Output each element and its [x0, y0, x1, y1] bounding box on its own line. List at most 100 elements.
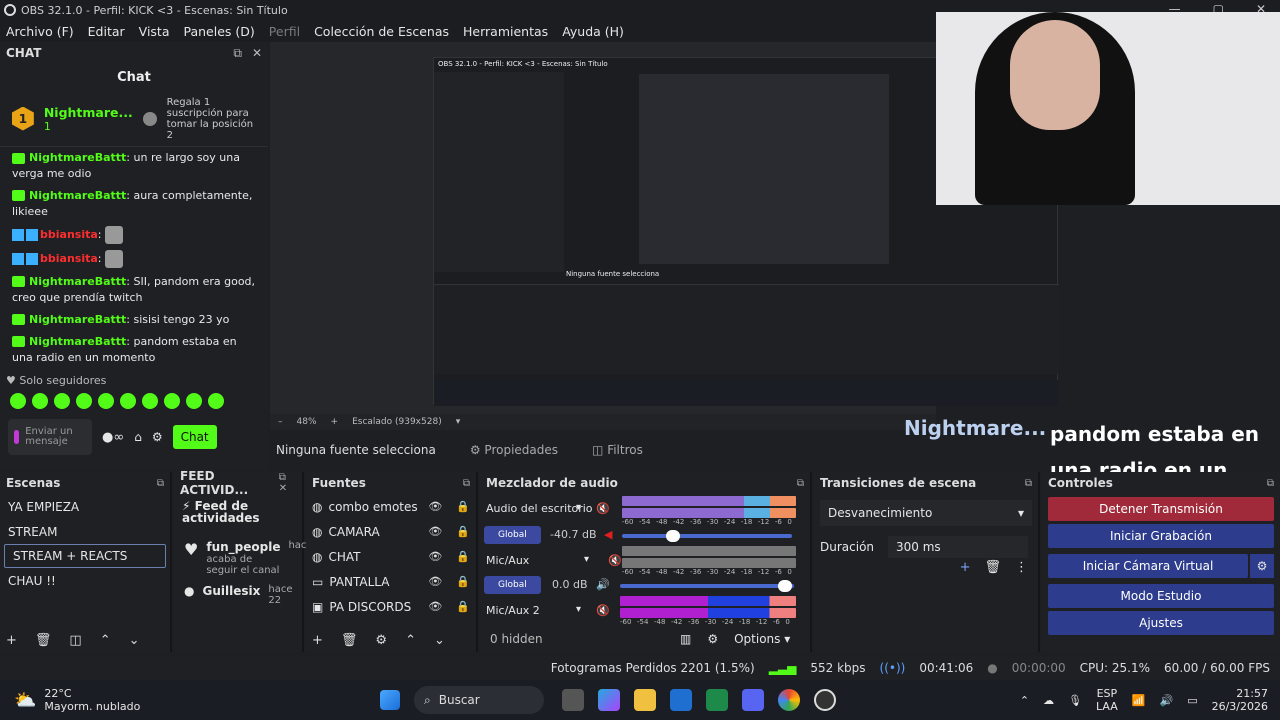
discord-icon[interactable] — [742, 689, 764, 711]
settings-gear-icon[interactable]: ⚙ — [152, 430, 163, 444]
undock-icon[interactable]: ⧉ — [233, 46, 242, 61]
source-item[interactable]: ◍ CHAT 👁 🔒 — [306, 544, 476, 569]
emote-picker-icon[interactable]: ●∞ — [102, 430, 124, 445]
scene-item[interactable]: YA EMPIEZA — [0, 494, 170, 519]
source-item[interactable]: ▭ PANTALLA 👁 🔒 — [306, 569, 476, 594]
move-up-icon[interactable]: ⌃ — [100, 633, 111, 648]
chevron-down-icon[interactable]: ▾ — [576, 604, 581, 615]
move-down-icon[interactable]: ⌄ — [129, 633, 140, 648]
battery-icon[interactable]: ▭ — [1187, 694, 1197, 707]
options-button[interactable]: Options ▾ — [734, 632, 790, 646]
chat-username[interactable]: bbiansita — [40, 228, 98, 241]
visibility-eye-icon[interactable]: 👁 — [428, 550, 442, 563]
file-explorer-icon[interactable] — [634, 689, 656, 711]
audio-scope-button[interactable]: Global — [484, 526, 541, 544]
undock-icon[interactable]: ⧉ — [1267, 478, 1274, 489]
muted-speaker-icon[interactable]: ◀ — [604, 528, 612, 541]
mute-icon[interactable]: 🔇 — [596, 604, 610, 617]
windows-start-icon[interactable] — [380, 690, 400, 710]
duration-input[interactable]: 300 ms — [888, 536, 1029, 558]
undock-icon[interactable]: ⧉ — [797, 478, 804, 489]
chevron-down-icon[interactable]: ▾ — [584, 554, 589, 565]
move-down-icon[interactable]: ⌄ — [434, 633, 445, 648]
undock-icon[interactable]: ⧉ — [157, 478, 164, 489]
emote-icon[interactable] — [76, 393, 92, 410]
source-settings-icon[interactable]: ⚙ — [375, 633, 387, 648]
emote-icon[interactable] — [208, 393, 224, 410]
menu-edit[interactable]: Editar — [88, 24, 125, 39]
speaker-icon[interactable]: 🔊 — [596, 578, 610, 591]
layout-icon[interactable]: ▥ — [680, 632, 691, 646]
settings-button[interactable]: Ajustes — [1048, 611, 1274, 635]
word-icon[interactable] — [670, 689, 692, 711]
lock-icon[interactable]: 🔒 — [456, 600, 470, 613]
source-item[interactable]: ◍ combo emotes 👁 🔒 — [306, 494, 476, 519]
menu-file[interactable]: Archivo (F) — [6, 24, 74, 39]
stop-streaming-button[interactable]: Detener Transmisión — [1048, 497, 1274, 521]
chat-username[interactable]: NightmareBattt — [29, 313, 126, 326]
send-chat-button[interactable]: Chat — [172, 425, 217, 450]
menu-docks[interactable]: Paneles (D) — [184, 24, 255, 39]
obs-taskbar-icon[interactable] — [814, 689, 836, 711]
source-item[interactable]: ◍ CAMARA 👁 🔒 — [306, 519, 476, 544]
feed-item[interactable]: ● Guillesix hace 22 — [174, 576, 302, 614]
advanced-audio-icon[interactable]: ⚙ — [707, 632, 718, 646]
chat-username[interactable]: NightmareBattt — [29, 189, 126, 202]
menu-scene-collection[interactable]: Colección de Escenas — [314, 24, 449, 39]
microphone-icon[interactable]: 🎙 — [1068, 694, 1082, 707]
lock-icon[interactable]: 🔒 — [456, 500, 470, 513]
audio-scope-button[interactable]: Global — [484, 576, 541, 594]
lock-icon[interactable]: 🔒 — [456, 525, 470, 538]
remove-transition-icon[interactable]: 🗑 — [984, 560, 1001, 575]
properties-button[interactable]: ⚙ Propiedades — [470, 443, 558, 457]
taskbar-search[interactable]: ⌕ Buscar — [414, 686, 544, 714]
emote-icon[interactable] — [120, 393, 136, 410]
menu-tools[interactable]: Herramientas — [463, 24, 548, 39]
emote-icon[interactable] — [164, 393, 180, 410]
task-view-icon[interactable] — [562, 689, 584, 711]
chat-username[interactable]: NightmareBattt — [29, 335, 126, 348]
chat-input[interactable]: Enviar un mensaje — [8, 419, 92, 456]
undock-icon[interactable]: ⧉ — [463, 478, 470, 489]
scene-item-selected[interactable]: STREAM + REACTS — [4, 544, 166, 568]
menu-help[interactable]: Ayuda (H) — [562, 24, 624, 39]
filters-button[interactable]: ◫ Filtros — [592, 443, 643, 457]
scaling-label[interactable]: Escalado (939x528) — [352, 417, 442, 427]
zoom-in-icon[interactable]: + — [331, 417, 339, 427]
add-transition-icon[interactable]: + — [960, 560, 971, 575]
visibility-eye-icon[interactable]: 👁 — [428, 500, 442, 513]
lock-icon[interactable]: 🔒 — [456, 550, 470, 563]
emote-icon[interactable] — [10, 393, 26, 410]
add-source-icon[interactable]: + — [312, 633, 323, 648]
visibility-eye-icon[interactable]: 👁 — [428, 525, 442, 538]
menu-profile[interactable]: Perfil — [269, 24, 300, 39]
excel-icon[interactable] — [706, 689, 728, 711]
pinned-username[interactable]: Nightmare... — [44, 105, 133, 120]
remove-scene-icon[interactable]: 🗑 — [35, 633, 52, 648]
undock-icon[interactable]: ⧉ — [1025, 478, 1032, 489]
studio-mode-button[interactable]: Modo Estudio — [1048, 584, 1274, 608]
undock-icon[interactable]: ⧉ ✕ — [279, 472, 296, 494]
chevron-down-icon[interactable]: ▾ — [456, 417, 461, 427]
chrome-icon[interactable] — [778, 689, 800, 711]
start-virtual-camera-button[interactable]: Iniciar Cámara Virtual — [1048, 554, 1248, 578]
copilot-icon[interactable] — [598, 689, 620, 711]
source-item[interactable]: ▣ PA DISCORDS 👁 🔒 — [306, 594, 476, 619]
remove-source-icon[interactable]: 🗑 — [341, 633, 358, 648]
scene-item[interactable]: STREAM — [0, 519, 170, 544]
emote-icon[interactable] — [32, 393, 48, 410]
chat-username[interactable]: NightmareBattt — [29, 151, 126, 164]
gift-prompt[interactable]: Regala 1 suscripción para tomar la posic… — [167, 97, 256, 141]
more-options-icon[interactable]: ⋮ — [1015, 560, 1028, 575]
virtual-camera-settings-icon[interactable]: ⚙ — [1250, 554, 1274, 578]
move-up-icon[interactable]: ⌃ — [405, 633, 416, 648]
mute-icon[interactable]: 🔇 — [608, 554, 622, 567]
feed-item[interactable]: ♥ fun_people acaba de seguir el canal ha… — [174, 530, 313, 576]
weather-widget[interactable]: ⛅ 22°C Mayorm. nublado — [0, 687, 380, 713]
close-dock-icon[interactable]: ✕ — [252, 46, 262, 61]
chat-username[interactable]: bbiansita — [40, 252, 98, 265]
visibility-eye-icon[interactable]: 👁 — [428, 600, 442, 613]
emote-icon[interactable] — [98, 393, 114, 410]
emote-icon[interactable] — [142, 393, 158, 410]
emote-icon[interactable] — [54, 393, 70, 410]
